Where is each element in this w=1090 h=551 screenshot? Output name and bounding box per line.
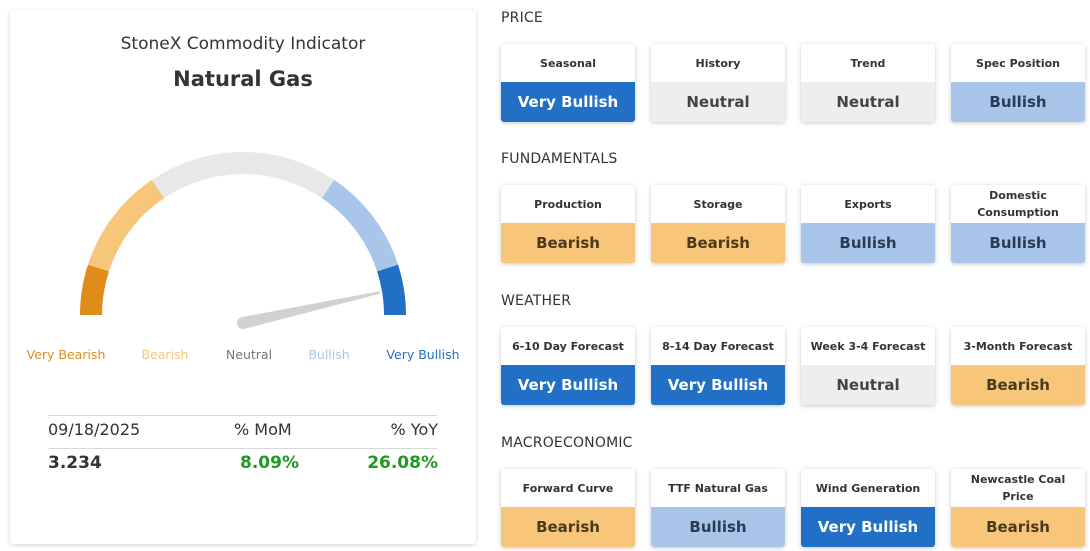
factor-tile-storage[interactable]: Storage Bearish [651,185,785,263]
factor-rating: Very Bullish [651,365,785,405]
stats-divider-mid [48,448,437,449]
gauge-label-bullish: Bullish [308,347,350,362]
factor-tile-trend[interactable]: Trend Neutral [801,44,935,122]
gauge-label-very-bullish: Very Bullish [386,347,460,362]
sentiment-gauge [80,152,406,329]
factor-rating: Very Bullish [501,365,635,405]
factor-tile-wind-generation[interactable]: Wind Generation Very Bullish [801,469,935,547]
factor-label: TTF Natural Gas [668,481,768,495]
factor-rating: Bearish [651,223,785,263]
factor-label: Newcastle Coal Price [970,473,1066,503]
stats-mom-value: 8.09% [240,453,299,473]
section-title-weather: WEATHER [501,293,572,309]
factor-rating: Very Bullish [801,507,935,547]
factor-rating: Bullish [951,223,1085,263]
factor-rating: Bullish [651,507,785,547]
stats-yoy-header: % YoY [390,420,439,439]
factor-rating: Bullish [951,82,1085,122]
factor-rating: Neutral [801,82,935,122]
factor-tile-seasonal[interactable]: Seasonal Very Bullish [501,44,635,122]
section-title-price: PRICE [501,10,543,26]
gauge-segment-neutral [151,152,335,199]
gauge-needle-hub [237,317,249,329]
factor-label: Trend [850,56,886,70]
indicator-title: StoneX Commodity Indicator [120,34,366,54]
factor-tile-forward-curve[interactable]: Forward Curve Bearish [501,469,635,547]
commodity-name: Natural Gas [173,67,313,91]
factor-tile-history[interactable]: History Neutral [651,44,785,122]
gauge-segment-very-bearish [80,264,109,316]
factor-tile-newcastle-coal-price[interactable]: Newcastle Coal Price Bearish [951,469,1085,547]
gauge-segment-very-bullish [377,264,406,316]
gauge-segment-bearish [87,179,165,272]
factor-label: Domestic Consumption [977,189,1059,219]
factor-label: 3-Month Forecast [963,339,1073,353]
stats-date: 09/18/2025 [48,420,141,439]
factor-tile-domestic-consumption[interactable]: Domestic Consumption Bullish [951,185,1085,263]
factor-tile-week-3-4-forecast[interactable]: Week 3-4 Forecast Neutral [801,327,935,405]
stats-yoy-value: 26.08% [367,453,438,473]
factor-label: Production [534,197,602,211]
factor-tile-exports[interactable]: Exports Bullish [801,185,935,263]
factor-rating: Bearish [501,507,635,547]
gauge-label-neutral: Neutral [225,347,273,362]
indicator-card: StoneX Commodity Indicator Natural Gas V… [10,10,476,544]
factor-label: Exports [844,197,892,211]
factor-label: Spec Position [976,56,1060,70]
factor-label: Seasonal [540,56,596,70]
factor-label: Week 3-4 Forecast [810,339,926,353]
factor-tile-spec-position[interactable]: Spec Position Bullish [951,44,1085,122]
factor-label: Storage [693,197,743,211]
factor-rating: Very Bullish [501,82,635,122]
factor-rating: Bearish [951,365,1085,405]
factor-label: 8-14 Day Forecast [662,339,774,353]
stats-price: 3.234 [48,453,102,473]
section-title-macroeconomic: MACROECONOMIC [501,435,633,451]
gauge-segment-bullish [321,179,399,272]
stats-mom-header: % MoM [234,420,292,439]
stats-divider-top [48,415,437,416]
gauge-needle [241,291,380,329]
factor-tile-ttf-natural-gas[interactable]: TTF Natural Gas Bullish [651,469,785,547]
factor-rating: Bearish [951,507,1085,547]
factor-label: Wind Generation [815,481,921,495]
factor-label: 6-10 Day Forecast [512,339,624,353]
factor-rating: Bullish [801,223,935,263]
factor-tile-8-14-day-forecast[interactable]: 8-14 Day Forecast Very Bullish [651,327,785,405]
factor-label: History [695,56,741,70]
factor-rating: Neutral [651,82,785,122]
factor-label: Forward Curve [522,481,614,495]
factor-tile-6-10-day-forecast[interactable]: 6-10 Day Forecast Very Bullish [501,327,635,405]
factor-tile-3-month-forecast[interactable]: 3-Month Forecast Bearish [951,327,1085,405]
factor-rating: Bearish [501,223,635,263]
gauge-label-very-bearish: Very Bearish [26,347,106,362]
section-title-fundamentals: FUNDAMENTALS [501,151,618,167]
factor-tile-production[interactable]: Production Bearish [501,185,635,263]
gauge-label-bearish: Bearish [141,347,189,362]
factor-rating: Neutral [801,365,935,405]
